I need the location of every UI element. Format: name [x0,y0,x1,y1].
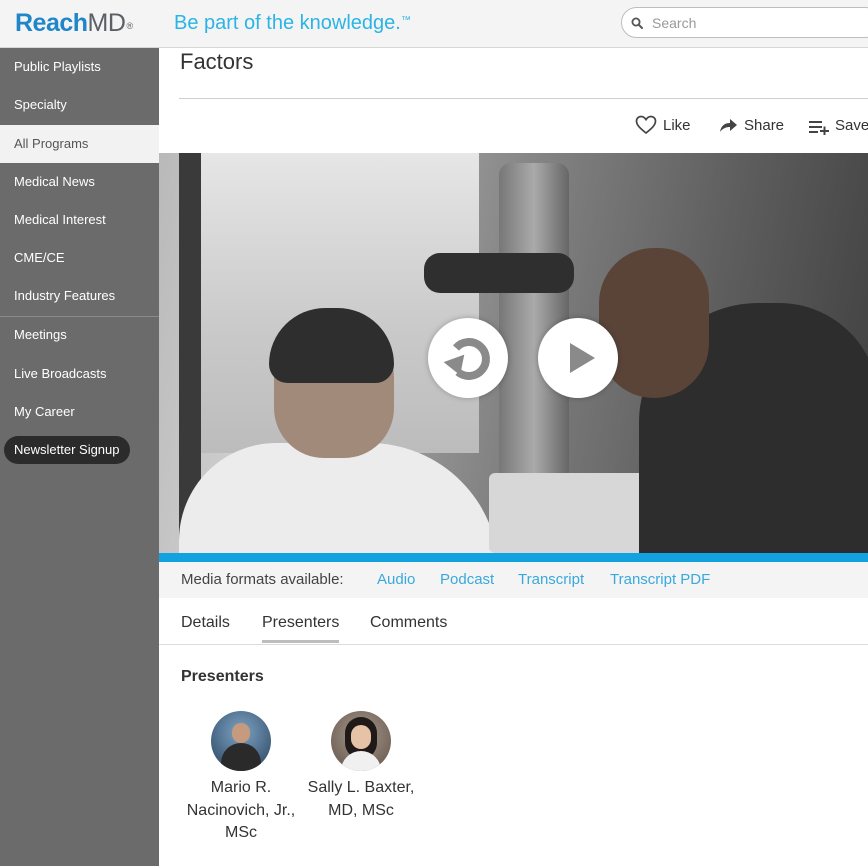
tab-details[interactable]: Details [181,612,230,634]
replay-button[interactable] [428,318,508,398]
presenter-card[interactable]: Mario R. Nacinovich, Jr., MSc [186,711,296,845]
avatar[interactable] [211,711,271,771]
tagline-trademark: ™ [400,15,411,26]
sidebar-item-all-programs[interactable]: All Programs [0,125,159,163]
search-box[interactable] [621,7,868,38]
save-button[interactable]: Save [808,112,868,140]
presenter-card[interactable]: Sally L. Baxter, MD, MSc [306,711,416,822]
reachmd-logo[interactable]: ReachMD® [15,8,133,38]
title-divider [179,98,868,99]
video-scene-eyepiece [424,253,574,293]
sidebar-item-cme-ce[interactable]: CME/CE [0,239,159,277]
video-player[interactable] [159,153,868,553]
logo-reach-text: Reach [15,9,88,37]
add-to-playlist-icon [809,121,829,135]
share-button[interactable]: Share [718,112,788,140]
presenter-name[interactable]: Mario R. Nacinovich, Jr., MSc [186,777,296,845]
top-header: ReachMD® Be part of the knowledge.™ [0,0,868,48]
sidebar-item-medical-interest[interactable]: Medical Interest [0,201,159,239]
active-tab-indicator [262,640,339,643]
share-label: Share [744,117,785,134]
tagline: Be part of the knowledge.™ [174,11,411,35]
play-icon [570,343,595,373]
media-formats-label: Media formats available: [181,571,344,588]
sidebar-item-medical-news[interactable]: Medical News [0,163,159,201]
video-scene-doctor [179,443,499,553]
page-title: Factors [180,49,254,74]
format-link-podcast[interactable]: Podcast [440,571,494,588]
media-formats-bar: Media formats available: Audio Podcast T… [159,562,868,598]
sidebar-item-my-career[interactable]: My Career [0,393,159,431]
sidebar-item-public-playlists[interactable]: Public Playlists [0,48,159,86]
tagline-text: Be part of the knowledge. [174,12,401,34]
format-link-transcript-pdf[interactable]: Transcript PDF [610,571,710,588]
tab-comments[interactable]: Comments [370,612,447,634]
sidebar-nav: Public Playlists Specialty All Programs … [0,48,159,866]
sidebar-item-live-broadcasts[interactable]: Live Broadcasts [0,355,159,393]
share-arrow-icon [720,119,737,132]
save-label: Save [835,117,868,134]
search-input[interactable] [652,12,868,34]
presenter-name[interactable]: Sally L. Baxter, MD, MSc [306,777,416,822]
video-progress-bar[interactable] [159,553,868,562]
play-button[interactable] [538,318,618,398]
sidebar-item-meetings[interactable]: Meetings [0,316,159,354]
heart-icon [635,115,657,135]
format-link-audio[interactable]: Audio [377,571,415,588]
avatar[interactable] [331,711,391,771]
tabs-divider [159,644,868,645]
newsletter-signup-button[interactable]: Newsletter Signup [4,436,130,464]
like-button[interactable]: Like [635,112,695,140]
replay-icon [443,338,490,380]
sidebar-item-industry-features[interactable]: Industry Features [0,277,159,315]
logo-md-text: MD [87,9,126,37]
tab-presenters[interactable]: Presenters [262,612,339,634]
like-label: Like [663,117,691,134]
logo-registered-mark: ® [126,21,133,31]
sidebar-item-specialty[interactable]: Specialty [0,86,159,124]
presenters-heading: Presenters [181,668,264,685]
search-icon [631,17,643,29]
format-link-transcript[interactable]: Transcript [518,571,584,588]
